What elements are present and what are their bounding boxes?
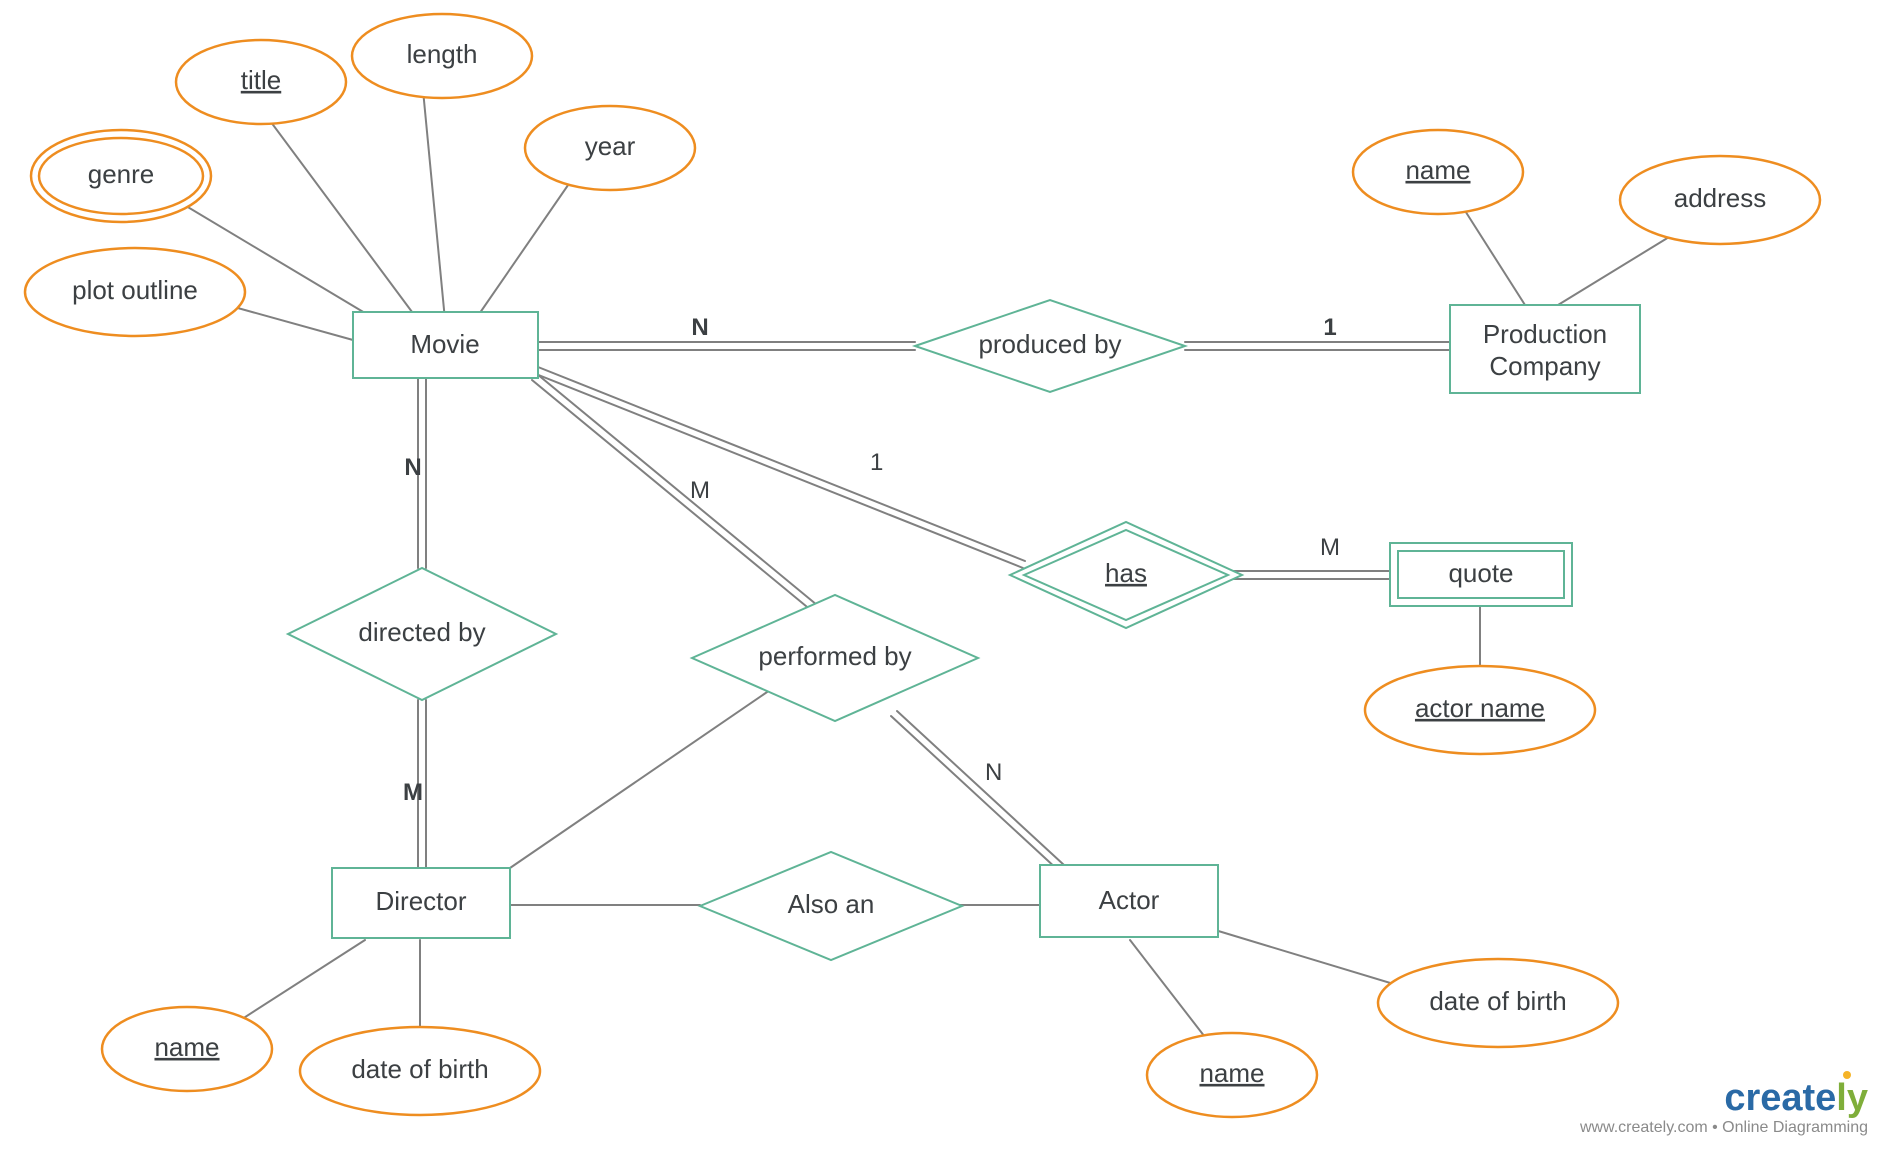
svg-text:performed by: performed by [758, 641, 911, 671]
line-performed-director [510, 690, 770, 868]
svg-text:name: name [154, 1032, 219, 1062]
svg-text:Company: Company [1489, 351, 1600, 381]
card-has-quote-M: M [1320, 534, 1340, 561]
line-year-movie [475, 175, 575, 320]
attr-title: title [176, 40, 346, 124]
svg-text:Production: Production [1483, 319, 1607, 349]
svg-text:Director: Director [375, 886, 466, 916]
attr-director-dob: date of birth [300, 1027, 540, 1115]
card-performed-actor-N: N [985, 759, 1002, 786]
svg-text:title: title [241, 65, 281, 95]
attr-pc-address: address [1620, 156, 1820, 244]
card-movie-directed-N: N [404, 454, 421, 481]
rel-directed-by: directed by [288, 568, 556, 700]
attr-genre: genre [31, 130, 211, 222]
svg-text:address: address [1674, 183, 1767, 213]
card-producedby-pc-1: 1 [1323, 314, 1336, 341]
rel-has: has [1010, 522, 1242, 628]
line-length-movie [423, 90, 445, 320]
rel-performed-by: performed by [692, 595, 978, 721]
card-movie-has-1: 1 [870, 449, 883, 476]
svg-text:length: length [407, 39, 478, 69]
line-movie-has-a [538, 367, 1025, 561]
attr-actor-dob: date of birth [1378, 959, 1618, 1047]
svg-text:Movie: Movie [410, 329, 479, 359]
svg-text:has: has [1105, 558, 1147, 588]
attr-quote-actor-name: actor name [1365, 666, 1595, 754]
attr-director-name: name [102, 1007, 272, 1091]
rel-produced-by: produced by [915, 300, 1185, 392]
card-movie-producedby-N: N [691, 314, 708, 341]
line-movie-performed-b [532, 380, 812, 611]
svg-text:year: year [585, 131, 636, 161]
svg-text:directed by: directed by [358, 617, 485, 647]
svg-text:www.creately.com • Online Diag: www.creately.com • Online Diagramming [1579, 1119, 1868, 1136]
svg-text:quote: quote [1448, 558, 1513, 588]
line-director-name [225, 940, 365, 1030]
attr-year: year [525, 106, 695, 190]
attr-actor-name: name [1147, 1033, 1317, 1117]
line-actor-name [1130, 940, 1215, 1050]
svg-text:Also an: Also an [788, 889, 875, 919]
watermark: creately www.creately.com • Online Diagr… [1579, 1071, 1868, 1136]
line-movie-has-b [536, 374, 1023, 568]
svg-text:genre: genre [88, 159, 155, 189]
entity-production-company: Production Company [1450, 305, 1640, 393]
entity-quote: quote [1390, 543, 1572, 606]
svg-text:creately: creately [1724, 1077, 1868, 1119]
attr-length: length [352, 14, 532, 98]
line-title-movie [262, 110, 418, 320]
line-movie-performed-a [537, 374, 817, 605]
entity-movie: Movie [353, 312, 538, 378]
svg-text:plot outline: plot outline [72, 275, 198, 305]
svg-text:name: name [1405, 155, 1470, 185]
svg-text:Actor: Actor [1099, 885, 1160, 915]
card-directed-director-M: M [403, 779, 423, 806]
line-performed-actor-a [897, 711, 1064, 865]
rel-also-an: Also an [700, 852, 962, 960]
svg-text:name: name [1199, 1058, 1264, 1088]
lightbulb-icon [1843, 1071, 1851, 1079]
attr-plot-outline: plot outline [25, 248, 245, 336]
svg-text:date of birth: date of birth [1429, 986, 1566, 1016]
attr-pc-name: name [1353, 130, 1523, 214]
svg-text:produced by: produced by [978, 329, 1121, 359]
line-performed-actor-b [891, 716, 1058, 870]
svg-text:date of birth: date of birth [351, 1054, 488, 1084]
entity-actor: Actor [1040, 865, 1218, 937]
card-movie-performed-M: M [690, 477, 710, 504]
svg-text:actor name: actor name [1415, 693, 1545, 723]
entity-director: Director [332, 868, 510, 938]
